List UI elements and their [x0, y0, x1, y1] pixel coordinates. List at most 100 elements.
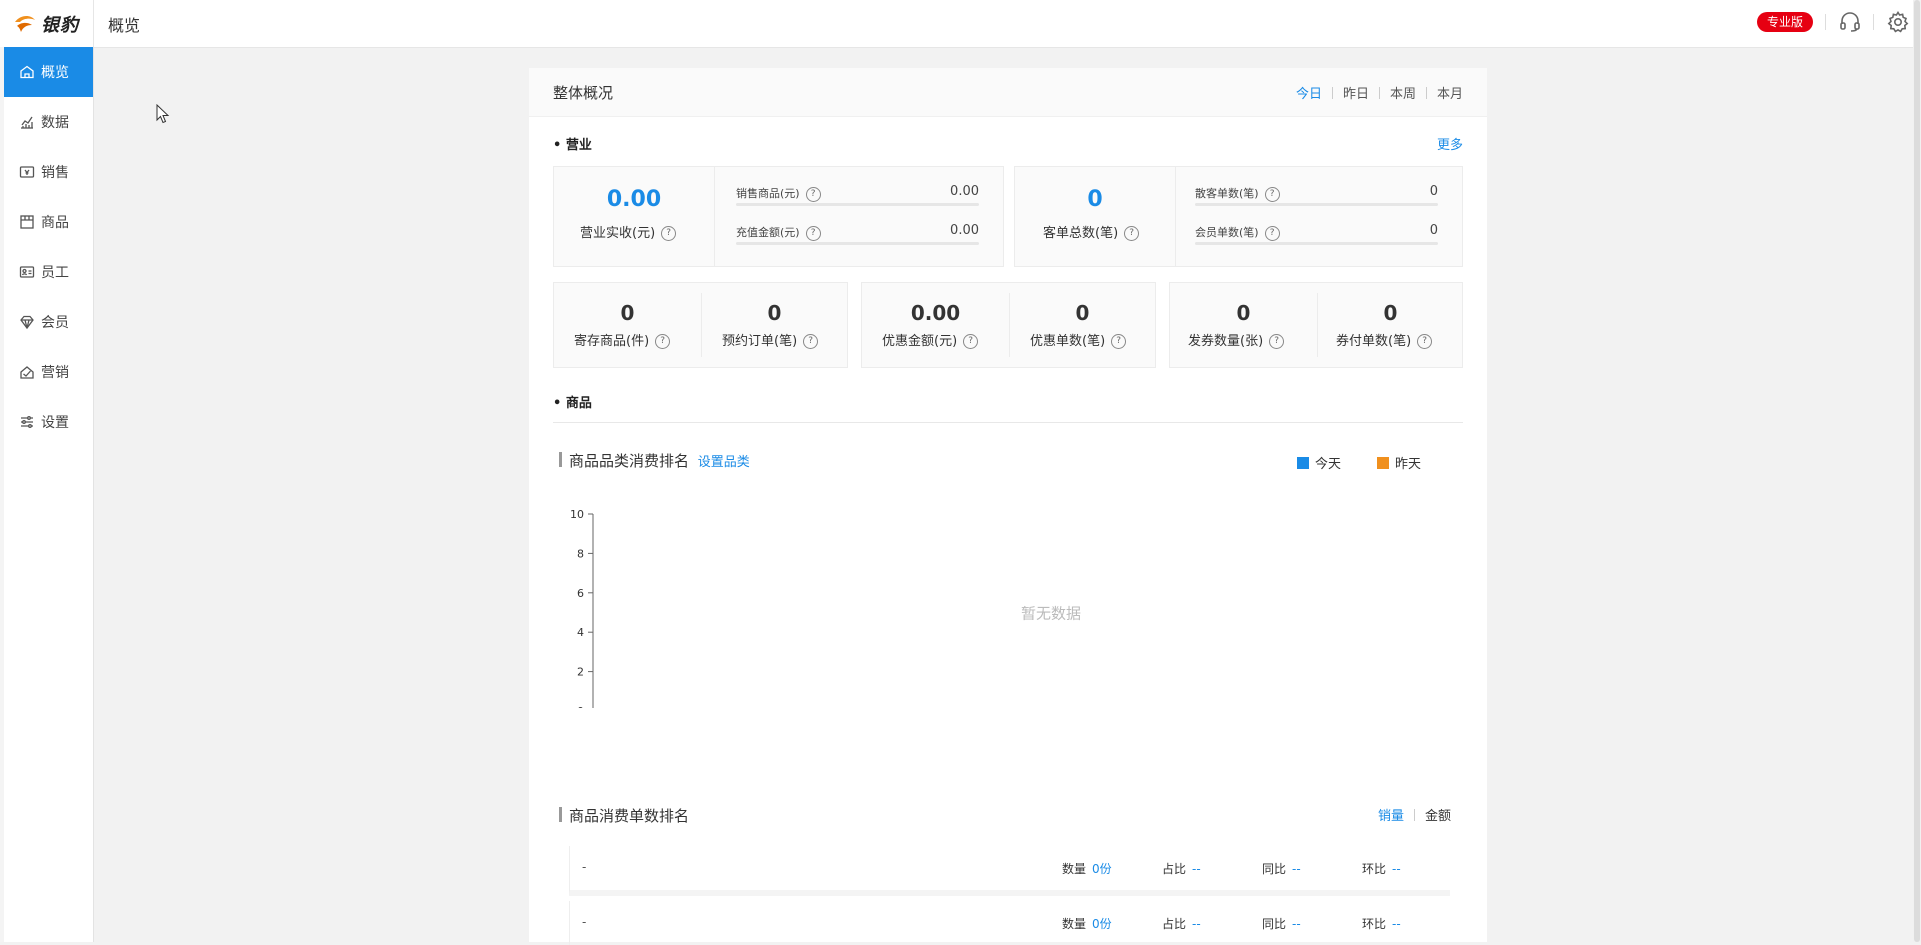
sidebar-item-settings[interactable]: 设置: [4, 397, 93, 447]
headset-icon[interactable]: [1838, 10, 1862, 34]
page-title: 概览: [108, 16, 141, 35]
stat-label: 寄存商品(件)?: [574, 330, 671, 349]
box-divider: [714, 167, 715, 266]
tab-amount[interactable]: 金额: [1425, 805, 1451, 824]
sidebar-item-label: 概览: [41, 65, 69, 81]
cell-label: 同比: [1262, 862, 1287, 876]
sliders-icon: [21, 416, 33, 428]
stat-label-text: 优惠单数(笔): [1030, 334, 1106, 349]
help-icon[interactable]: ?: [963, 334, 979, 349]
sidebar-item-overview[interactable]: 概览: [4, 47, 93, 97]
stat-value: 0: [767, 301, 782, 325]
range-tabs: 今日 昨日 本周 本月: [1296, 83, 1463, 102]
sub-label-text: 充值金额(元): [736, 226, 800, 239]
orders-label: 客单总数(笔)?: [1043, 222, 1140, 241]
overview-card: 整体概况 今日 昨日 本周 本月 • 营业 更多 0.00 营业实收(元)? 销…: [529, 68, 1487, 945]
orders-label-text: 客单总数(笔): [1043, 226, 1119, 241]
sidebar: 概览 数据 销售 商品 员工 会员 营销 设置: [4, 47, 94, 942]
y-tick-label: 10: [570, 508, 584, 521]
scrollbar-thumb[interactable]: [1914, 0, 1920, 942]
overview-title: 整体概况: [553, 84, 614, 102]
help-icon[interactable]: ?: [655, 334, 671, 349]
help-icon[interactable]: ?: [1124, 226, 1140, 241]
gear-icon[interactable]: [1886, 10, 1910, 34]
legend-item-yesterday[interactable]: 昨天: [1377, 453, 1421, 472]
product-name: -: [582, 915, 587, 929]
logo-icon: [15, 16, 35, 32]
logo-text: 银豹: [41, 15, 79, 36]
sales-icon: [19, 166, 35, 178]
help-icon[interactable]: ?: [1111, 334, 1127, 349]
cell-label: 同比: [1262, 917, 1287, 931]
yoy-cell: 同比 --: [1262, 860, 1301, 877]
help-icon[interactable]: ?: [1264, 225, 1280, 241]
tab-today[interactable]: 今日: [1296, 83, 1322, 102]
tab-sales-volume[interactable]: 销量: [1378, 805, 1404, 824]
orders-value: 0: [1087, 187, 1103, 212]
chart-icon: [21, 116, 33, 129]
top-divider: [93, 0, 94, 47]
product-name: -: [582, 860, 587, 874]
help-icon[interactable]: ?: [803, 334, 819, 349]
cell-label: 环比: [1362, 862, 1387, 876]
help-icon[interactable]: ?: [1269, 334, 1285, 349]
progress-track: [1195, 203, 1438, 206]
yoy-cell: 同比 --: [1262, 915, 1301, 932]
sidebar-item-sales[interactable]: 销售: [4, 147, 93, 197]
legend-label: 昨天: [1395, 457, 1422, 472]
sub-value: 0.00: [950, 184, 979, 199]
y-tick-label: 8: [577, 547, 584, 560]
staff-card-icon: [19, 266, 35, 278]
stat-label: 预约订单(笔)?: [722, 330, 819, 349]
sidebar-item-products[interactable]: 商品: [4, 197, 93, 247]
sidebar-item-label: 商品: [41, 215, 69, 231]
help-icon[interactable]: ?: [1417, 334, 1433, 349]
box-divider: [1175, 167, 1176, 266]
stat-value: 0: [1236, 301, 1251, 325]
y-tick-label: 6: [577, 587, 584, 600]
sidebar-item-label: 数据: [41, 115, 69, 131]
app-logo[interactable]: 银豹: [12, 11, 84, 37]
help-icon[interactable]: ?: [805, 186, 821, 202]
tab-separator: [1425, 86, 1427, 99]
edition-badge[interactable]: 专业版: [1757, 12, 1814, 32]
stat-label-text: 发券数量(张): [1188, 334, 1264, 349]
help-icon[interactable]: ?: [805, 225, 821, 241]
sub-label: 销售商品(元)?: [736, 185, 821, 202]
table-row[interactable]: - 数量 0份 占比 -- 同比 -- 环比 --: [569, 846, 1450, 896]
tab-this-month[interactable]: 本月: [1437, 83, 1463, 102]
tab-this-week[interactable]: 本周: [1390, 83, 1416, 102]
tab-separator: [1413, 808, 1415, 821]
help-icon[interactable]: ?: [661, 226, 677, 241]
business-section-label: • 营业: [553, 138, 592, 153]
stat-value: 0: [1383, 301, 1398, 325]
qty-cell: 数量 0份: [1062, 860, 1112, 877]
progress-track: [736, 203, 979, 206]
more-link[interactable]: 更多: [1437, 134, 1463, 153]
stat-box-coupons: 0 发券数量(张)? 0 券付单数(笔)?: [1169, 282, 1463, 368]
sub-label: 会员单数(笔)?: [1195, 224, 1280, 241]
table-row[interactable]: - 数量 0份 占比 -- 同比 -- 环比 --: [569, 901, 1450, 945]
tab-yesterday[interactable]: 昨日: [1343, 83, 1369, 102]
section-divider: [553, 422, 1463, 423]
help-icon[interactable]: ?: [1264, 186, 1280, 202]
cell-value: --: [1392, 862, 1401, 876]
stat-label-text: 预约订单(笔): [722, 334, 798, 349]
sub-value: 0: [1429, 184, 1438, 199]
cell-value: 0份: [1092, 862, 1112, 876]
legend-item-today[interactable]: 今天: [1297, 453, 1341, 472]
sidebar-item-staff[interactable]: 员工: [4, 247, 93, 297]
stat-label-text: 优惠金额(元): [882, 334, 958, 349]
sidebar-item-members[interactable]: 会员: [4, 297, 93, 347]
mom-cell: 环比 --: [1362, 915, 1401, 932]
stat-label: 券付单数(笔)?: [1336, 330, 1433, 349]
sidebar-item-data[interactable]: 数据: [4, 97, 93, 147]
set-category-link[interactable]: 设置品类: [698, 455, 750, 470]
recharge-row: 充值金额(元)? 0.00: [736, 223, 979, 254]
cell-label: 数量: [1062, 917, 1087, 931]
stat-label: 优惠单数(笔)?: [1030, 330, 1127, 349]
sub-label-text: 销售商品(元): [736, 187, 800, 200]
sidebar-item-marketing[interactable]: 营销: [4, 347, 93, 397]
progress-track: [736, 242, 979, 245]
category-chart: 0 2 4 6 8 10 暂无数据: [570, 508, 1081, 708]
